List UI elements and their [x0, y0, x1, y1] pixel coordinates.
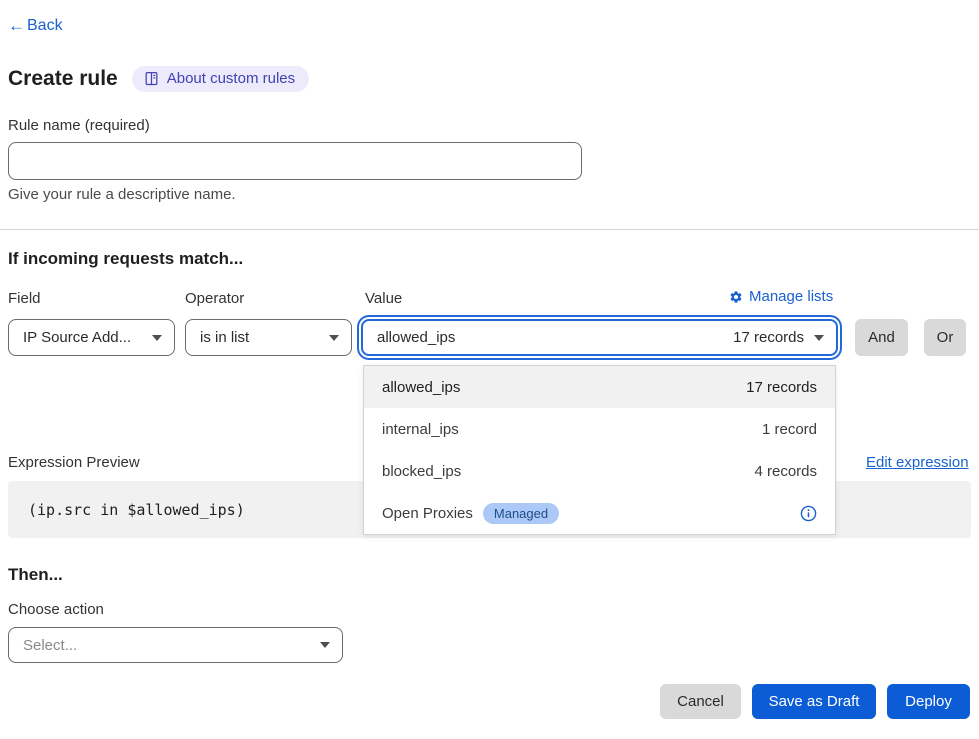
manage-lists-label: Manage lists: [749, 288, 833, 305]
value-select-value: allowed_ips: [377, 329, 733, 346]
operator-select[interactable]: is in list: [185, 319, 352, 356]
expression-preview-label: Expression Preview: [8, 454, 140, 471]
chevron-down-icon: [152, 335, 162, 341]
list-name: allowed_ips: [382, 379, 746, 396]
value-dropdown-panel: allowed_ips 17 records internal_ips 1 re…: [363, 365, 836, 535]
choose-action-label: Choose action: [8, 601, 104, 618]
value-label: Value: [365, 290, 402, 307]
section-divider: [0, 229, 979, 230]
field-select-value: IP Source Add...: [23, 329, 142, 346]
chevron-down-icon: [329, 335, 339, 341]
list-name: internal_ips: [382, 421, 762, 438]
save-as-draft-button[interactable]: Save as Draft: [752, 684, 876, 719]
then-section-heading: Then...: [8, 565, 63, 585]
dropdown-item-blocked-ips[interactable]: blocked_ips 4 records: [364, 450, 835, 492]
dropdown-item-allowed-ips[interactable]: allowed_ips 17 records: [364, 366, 835, 408]
about-custom-rules-link[interactable]: About custom rules: [132, 66, 309, 92]
field-label: Field: [8, 290, 41, 307]
expression-code: (ip.src in $allowed_ips): [28, 501, 245, 519]
field-select[interactable]: IP Source Add...: [8, 319, 175, 356]
chevron-down-icon: [320, 642, 330, 648]
title-row: Create rule About custom rules: [8, 66, 309, 92]
edit-expression-link[interactable]: Edit expression: [866, 454, 969, 471]
book-icon: [144, 71, 159, 86]
value-select[interactable]: allowed_ips 17 records: [361, 319, 838, 356]
create-rule-page: ← Back Create rule About custom rules Ru…: [0, 0, 979, 739]
cancel-button[interactable]: Cancel: [660, 684, 741, 719]
value-select-meta: 17 records: [733, 329, 804, 346]
chevron-down-icon: [814, 335, 824, 341]
deploy-button[interactable]: Deploy: [887, 684, 970, 719]
back-arrow-icon: ←: [8, 16, 25, 36]
action-select[interactable]: Select...: [8, 627, 343, 663]
info-icon[interactable]: [800, 505, 817, 522]
manage-lists-link[interactable]: Manage lists: [729, 288, 833, 305]
or-button[interactable]: Or: [924, 319, 966, 356]
list-name: Open Proxies: [382, 505, 473, 522]
list-name: blocked_ips: [382, 463, 754, 480]
rule-name-input[interactable]: [8, 142, 582, 180]
back-link[interactable]: ← Back: [8, 16, 63, 36]
dropdown-item-open-proxies[interactable]: Open Proxies Managed: [364, 492, 835, 534]
action-select-placeholder: Select...: [23, 637, 310, 654]
managed-badge: Managed: [483, 503, 559, 524]
list-record-count: 1 record: [762, 421, 817, 438]
match-section-heading: If incoming requests match...: [8, 249, 243, 269]
rule-name-label: Rule name (required): [8, 117, 150, 134]
dropdown-item-internal-ips[interactable]: internal_ips 1 record: [364, 408, 835, 450]
gear-icon: [729, 290, 743, 304]
back-link-label: Back: [27, 17, 63, 35]
page-title: Create rule: [8, 67, 118, 91]
about-custom-rules-label: About custom rules: [167, 70, 295, 87]
operator-select-value: is in list: [200, 329, 319, 346]
and-button[interactable]: And: [855, 319, 908, 356]
operator-label: Operator: [185, 290, 244, 307]
list-record-count: 4 records: [754, 463, 817, 480]
rule-name-helper: Give your rule a descriptive name.: [8, 186, 236, 203]
list-record-count: 17 records: [746, 379, 817, 396]
